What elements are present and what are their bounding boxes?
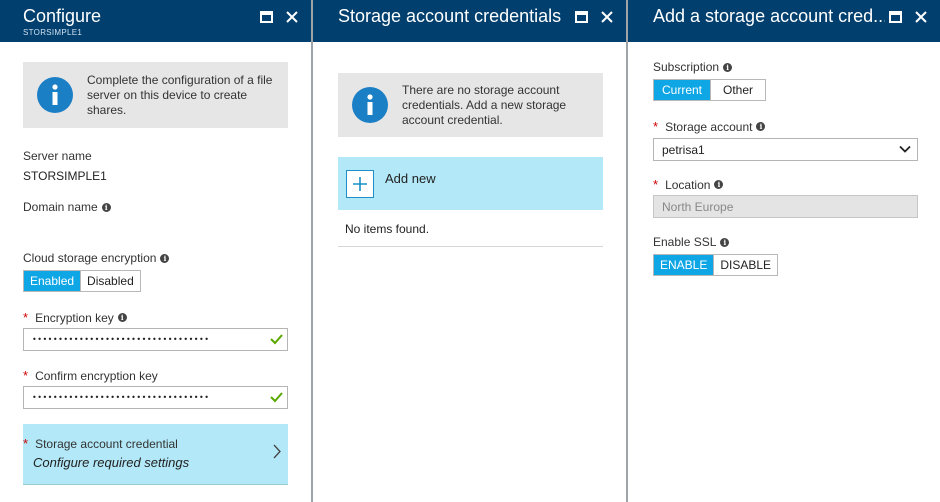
blade-subtitle: STORSIMPLE1 bbox=[23, 28, 83, 37]
current-option[interactable]: Current bbox=[654, 80, 711, 100]
confirm-key-text: Confirm encryption key bbox=[35, 368, 158, 383]
disabled-option[interactable]: Disabled bbox=[80, 271, 140, 291]
encryption-key-value: •••••••••••••••••••••••••••••••••• bbox=[32, 335, 210, 344]
empty-message: No items found. bbox=[345, 222, 430, 236]
blade-title: Add a storage account cred... bbox=[653, 6, 885, 26]
server-name-label: Server name bbox=[23, 149, 92, 163]
info-banner: Complete the configuration of a file ser… bbox=[23, 62, 288, 128]
chevron-right-icon bbox=[273, 444, 281, 459]
required-marker: * bbox=[653, 177, 659, 192]
storage-credential-text: Storage account credential bbox=[35, 436, 178, 451]
maximize-icon[interactable] bbox=[572, 8, 590, 26]
other-option[interactable]: Other bbox=[710, 80, 765, 100]
info-banner: There are no storage account credentials… bbox=[338, 73, 603, 137]
chevron-down-icon bbox=[899, 145, 911, 153]
enabled-option[interactable]: Enabled bbox=[24, 271, 81, 291]
encryption-key-text: Encryption key bbox=[35, 310, 114, 325]
required-marker: * bbox=[23, 310, 29, 325]
domain-name-text: Domain name bbox=[23, 200, 98, 214]
checkmark-icon bbox=[270, 334, 283, 345]
required-marker: * bbox=[23, 436, 29, 451]
server-name-value: STORSIMPLE1 bbox=[23, 169, 107, 183]
subscription-toggle: Current Other bbox=[653, 79, 767, 101]
info-text: There are no storage account credentials… bbox=[402, 82, 567, 127]
configure-blade: Configure STORSIMPLE1 Complete the confi… bbox=[0, 0, 311, 502]
info-small-icon[interactable]: i bbox=[117, 313, 127, 322]
cloud-encryption-text: Cloud storage encryption bbox=[23, 251, 157, 265]
checkmark-icon bbox=[270, 392, 283, 403]
info-small-icon[interactable]: i bbox=[756, 122, 766, 131]
location-label: * Location i bbox=[653, 177, 724, 192]
required-marker: * bbox=[23, 368, 29, 383]
confirm-key-label: * Confirm encryption key bbox=[23, 368, 158, 383]
location-field: North Europe bbox=[653, 195, 918, 218]
info-small-icon[interactable]: i bbox=[720, 237, 730, 247]
blade-title: Storage account credentials bbox=[338, 6, 562, 26]
list-divider bbox=[338, 246, 603, 247]
ssl-label: Enable SSL i bbox=[653, 235, 730, 249]
info-small-icon[interactable]: i bbox=[160, 253, 170, 263]
close-icon[interactable] bbox=[283, 8, 301, 26]
storage-credential-label: * Storage account credential bbox=[23, 436, 178, 451]
info-small-icon[interactable]: i bbox=[101, 202, 111, 212]
maximize-icon[interactable] bbox=[257, 8, 275, 26]
add-new-button[interactable]: Add new bbox=[338, 157, 603, 210]
plus-icon bbox=[346, 170, 374, 198]
ssl-text: Enable SSL bbox=[653, 235, 717, 249]
maximize-icon[interactable] bbox=[886, 8, 904, 26]
configure-header: Configure STORSIMPLE1 bbox=[0, 0, 311, 42]
add-new-label: Add new bbox=[385, 171, 436, 186]
storage-credential-value: Configure required settings bbox=[33, 455, 190, 470]
storage-account-text: Storage account bbox=[665, 119, 753, 134]
add-credential-blade: Add a storage account cred... Subscripti… bbox=[628, 0, 940, 502]
location-text: Location bbox=[665, 177, 711, 192]
subscription-label: Subscription i bbox=[653, 60, 733, 74]
info-text: Complete the configuration of a file ser… bbox=[87, 72, 273, 117]
credentials-blade: Storage account credentials There are no… bbox=[313, 0, 626, 502]
close-icon[interactable] bbox=[912, 8, 930, 26]
enable-option[interactable]: ENABLE bbox=[654, 255, 714, 275]
info-small-icon[interactable]: i bbox=[714, 180, 724, 189]
required-marker: * bbox=[653, 119, 659, 134]
blade-title: Configure bbox=[23, 6, 102, 26]
subscription-text: Subscription bbox=[653, 60, 720, 74]
confirm-key-value: •••••••••••••••••••••••••••••••••• bbox=[32, 393, 210, 402]
location-value: North Europe bbox=[662, 199, 734, 214]
encryption-toggle: Enabled Disabled bbox=[23, 270, 141, 292]
disable-option[interactable]: DISABLE bbox=[713, 255, 777, 275]
storage-account-value: petrisa1 bbox=[662, 142, 705, 157]
storage-credential-row[interactable]: * Storage account credential Configure r… bbox=[23, 424, 288, 485]
storage-account-select[interactable]: petrisa1 bbox=[653, 138, 918, 161]
domain-name-label: Domain name i bbox=[23, 200, 111, 214]
encryption-key-label: * Encryption key i bbox=[23, 310, 127, 325]
add-credential-header: Add a storage account cred... bbox=[628, 0, 940, 42]
info-icon bbox=[23, 77, 87, 113]
credentials-header: Storage account credentials bbox=[313, 0, 626, 42]
cloud-encryption-label: Cloud storage encryption i bbox=[23, 251, 170, 265]
info-small-icon[interactable]: i bbox=[723, 62, 733, 72]
close-icon[interactable] bbox=[598, 8, 616, 26]
encryption-key-input[interactable]: •••••••••••••••••••••••••••••••••• bbox=[23, 328, 288, 351]
confirm-key-input[interactable]: •••••••••••••••••••••••••••••••••• bbox=[23, 386, 288, 409]
storage-account-label: * Storage account i bbox=[653, 119, 766, 134]
info-icon bbox=[338, 87, 402, 123]
ssl-toggle: ENABLE DISABLE bbox=[653, 254, 779, 276]
